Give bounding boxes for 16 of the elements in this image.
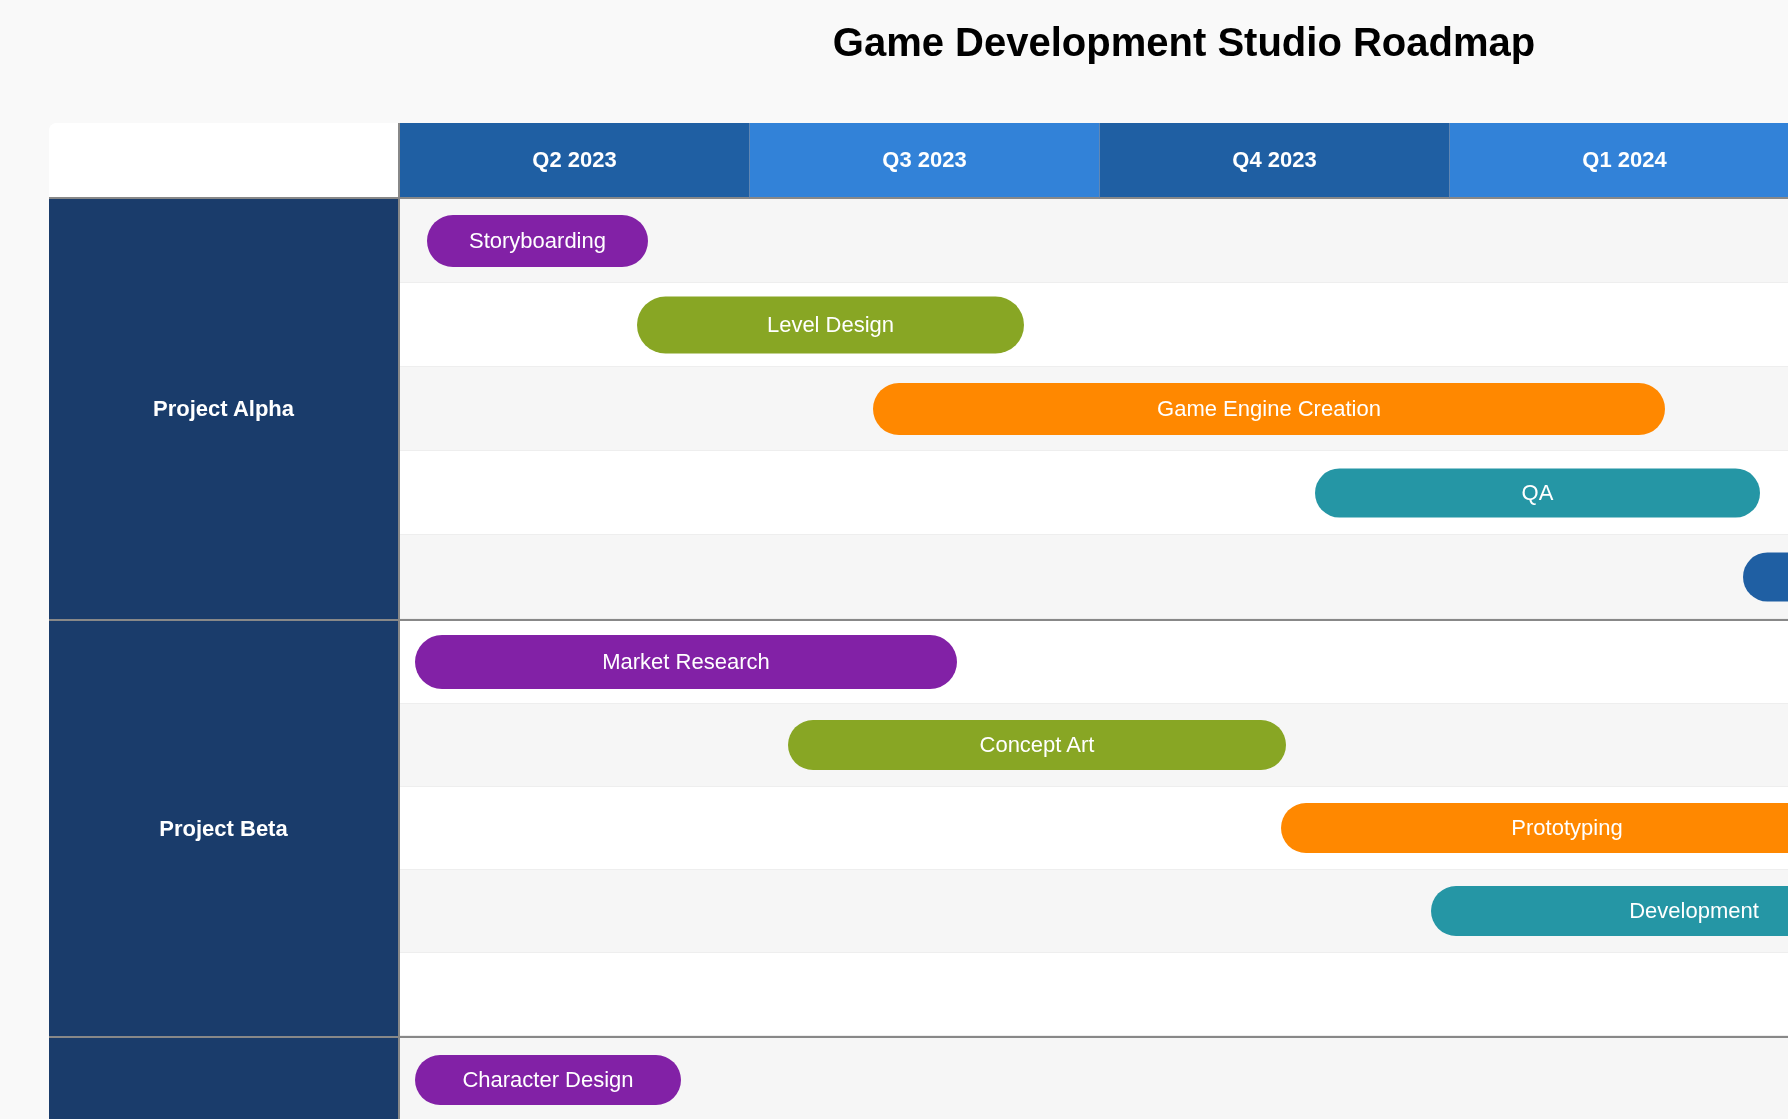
- task-bar: Prototyping: [1281, 803, 1788, 853]
- task-bar: Game Engine Creation: [873, 382, 1665, 435]
- column-header: Q2 2023: [400, 123, 750, 199]
- task-bar: Character Design: [415, 1054, 681, 1105]
- task-bar: Storyboarding: [427, 214, 648, 267]
- column-header: Q4 2023: [1100, 123, 1450, 199]
- task-bar: QA: [1315, 468, 1760, 517]
- task-bar: Concept Art: [788, 720, 1286, 770]
- column-header: Q1 2024: [1450, 123, 1788, 199]
- project-label: Project Beta: [49, 621, 400, 1036]
- project-label: Project Alpha: [49, 199, 400, 619]
- chart-title: Game Development Studio Roadmap: [831, 19, 1537, 66]
- task-bar: Market Research: [415, 635, 957, 689]
- task-bar: Development: [1431, 886, 1788, 936]
- column-header: Q3 2023: [750, 123, 1100, 199]
- task-bar: Level Design: [637, 296, 1024, 353]
